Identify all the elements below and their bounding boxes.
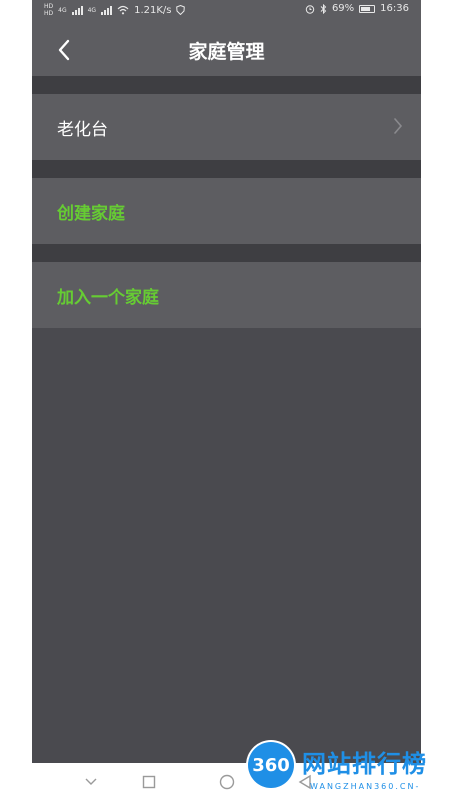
section-gap: [32, 76, 421, 94]
wifi-icon: [117, 5, 129, 15]
network-speed: 1.21K/s: [134, 4, 172, 16]
back-button[interactable]: [46, 32, 82, 68]
alarm-icon: [305, 4, 315, 14]
chevron-left-icon: [58, 39, 70, 61]
signal-icon: [71, 5, 83, 15]
nav-home-button[interactable]: [216, 771, 238, 793]
create-family-button[interactable]: 创建家庭: [32, 178, 421, 244]
battery-icon: [359, 4, 376, 13]
nav-hide-button[interactable]: [80, 771, 102, 793]
list-item-family[interactable]: 老化台: [32, 94, 421, 160]
network-type-1: 4G: [58, 6, 67, 14]
chevron-down-icon: [85, 778, 97, 785]
shield-icon: [176, 5, 186, 15]
square-icon: [142, 775, 156, 789]
page-title: 家庭管理: [188, 40, 265, 63]
signal-icon-2: [101, 5, 113, 15]
family-name-label: 老化台: [57, 119, 108, 140]
join-family-label: 加入一个家庭: [57, 287, 159, 308]
status-right: 69% 16:36: [305, 3, 409, 14]
app-header: 家庭管理: [32, 24, 421, 76]
status-bar: HD HD 4G 4G 1.21K/s 69% 16:36: [32, 0, 421, 24]
battery-percent: 69%: [331, 3, 355, 14]
create-family-label: 创建家庭: [57, 203, 125, 224]
screenshot-frame: HD HD 4G 4G 1.21K/s 69% 16:36 家庭管理 老化台 创…: [0, 0, 450, 800]
network-type-2: 4G: [87, 6, 97, 14]
chevron-right-icon: [394, 118, 403, 134]
watermark-en-text: WANGZHAN360.CN-: [310, 782, 421, 791]
clock-time: 16:36: [380, 3, 409, 14]
section-gap: [32, 160, 421, 178]
circle-icon: [219, 774, 235, 790]
watermark-logo: 360 网站排行榜 WANGZHAN360.CN-: [244, 740, 450, 800]
join-family-button[interactable]: 加入一个家庭: [32, 262, 421, 328]
watermark-cn-text: 网站排行榜: [302, 750, 427, 778]
bluetooth-icon: [320, 3, 327, 14]
status-left: HD HD 4G 4G 1.21K/s: [44, 3, 186, 17]
phone-screen: HD HD 4G 4G 1.21K/s 69% 16:36 家庭管理 老化台 创…: [32, 0, 421, 763]
hd-indicator: HD HD: [44, 3, 54, 17]
watermark-badge: 360: [248, 742, 294, 788]
section-gap: [32, 244, 421, 262]
nav-recent-button[interactable]: [138, 771, 160, 793]
